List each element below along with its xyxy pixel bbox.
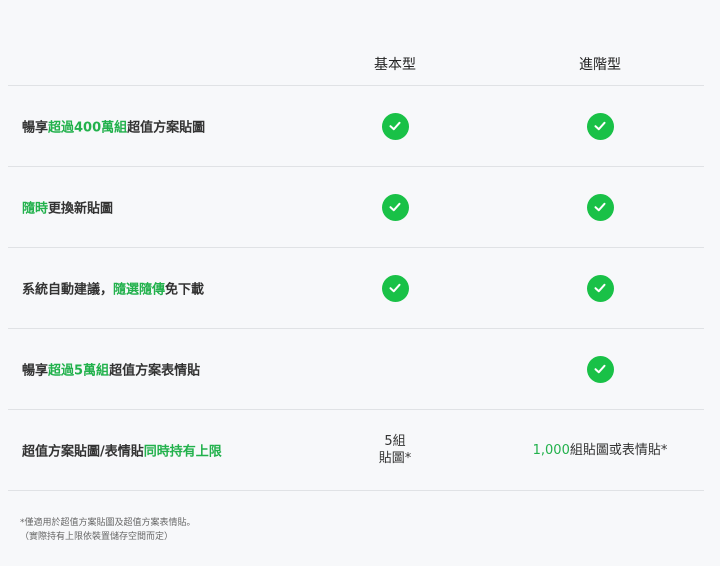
row-label-text: 超值方案表情貼 [109,363,201,379]
row-label: 暢享超過400萬組超值方案貼圖 [22,117,205,136]
basic-limit-text: 5組 貼圖* [379,433,412,467]
row-label: 暢享超過5萬組超值方案表情貼 [22,360,200,379]
basic-cell: 5組 貼圖* [325,410,465,490]
footnote-line2: （實際持有上限依裝置儲存空間而定） [20,532,174,542]
row-label-highlight: 隨選隨傳 [113,282,166,298]
check-circle-icon [381,193,409,221]
basic-cell [325,86,465,166]
basic-cell [325,248,465,328]
column-header-advanced: 進階型 [579,57,621,73]
row-label-text: 免下載 [165,282,205,298]
row-label-highlight: 超過400萬組 [48,120,128,136]
advanced-cell [530,329,670,409]
row-label: 系統自動建議，隨選隨傳免下載 [22,279,204,298]
row-label-text: 系統自動建議， [22,282,114,298]
footnote-line1: *僅適用於超值方案貼圖及超值方案表情貼。 [20,518,196,528]
table-row: 超值方案貼圖/表情貼同時持有上限 5組 貼圖* 1,000組貼圖或表情貼* [8,410,704,491]
row-label-highlight: 超過5萬組 [48,363,110,379]
row-label-text: 超值方案貼圖 [127,120,206,136]
row-label-text: 暢享 [22,363,49,379]
row-label-highlight: 同時持有上限 [143,444,222,460]
check-circle-icon [381,112,409,140]
check-circle-icon [586,193,614,221]
row-label-text: 暢享 [22,120,49,136]
row-label-text: 超值方案貼圖/表情貼 [22,444,144,460]
basic-limit-line2: 貼圖* [378,451,412,466]
column-header-basic: 基本型 [374,57,416,73]
row-label: 隨時更換新貼圖 [22,198,113,217]
advanced-limit-label: 組貼圖或表情貼* [569,442,668,458]
advanced-cell: 1,000組貼圖或表情貼* [530,410,670,490]
basic-limit-line1: 5組 [384,434,406,449]
advanced-cell [530,86,670,166]
row-label: 超值方案貼圖/表情貼同時持有上限 [22,441,222,460]
row-label-text: 更換新貼圖 [48,201,114,217]
table-row: 系統自動建議，隨選隨傳免下載 [8,248,704,329]
advanced-cell [530,248,670,328]
plan-comparison-table: 基本型 進階型 暢享超過400萬組超值方案貼圖 隨時更換新貼圖 系統自動建議，隨… [8,40,704,491]
table-row: 隨時更換新貼圖 [8,167,704,248]
table-row: 暢享超過5萬組超值方案表情貼 [8,329,704,410]
check-circle-icon [586,355,614,383]
table-row: 暢享超過400萬組超值方案貼圖 [8,86,704,167]
advanced-limit-number: 1,000 [532,442,570,458]
advanced-cell [530,167,670,247]
basic-cell [325,167,465,247]
table-header: 基本型 進階型 [8,40,704,86]
advanced-limit-text: 1,000組貼圖或表情貼* [533,442,668,459]
check-circle-icon [381,274,409,302]
row-label-highlight: 隨時 [22,201,49,217]
footnote: *僅適用於超值方案貼圖及超值方案表情貼。 （實際持有上限依裝置儲存空間而定） [20,516,196,544]
basic-cell [325,329,465,409]
check-circle-icon [586,274,614,302]
check-circle-icon [586,112,614,140]
